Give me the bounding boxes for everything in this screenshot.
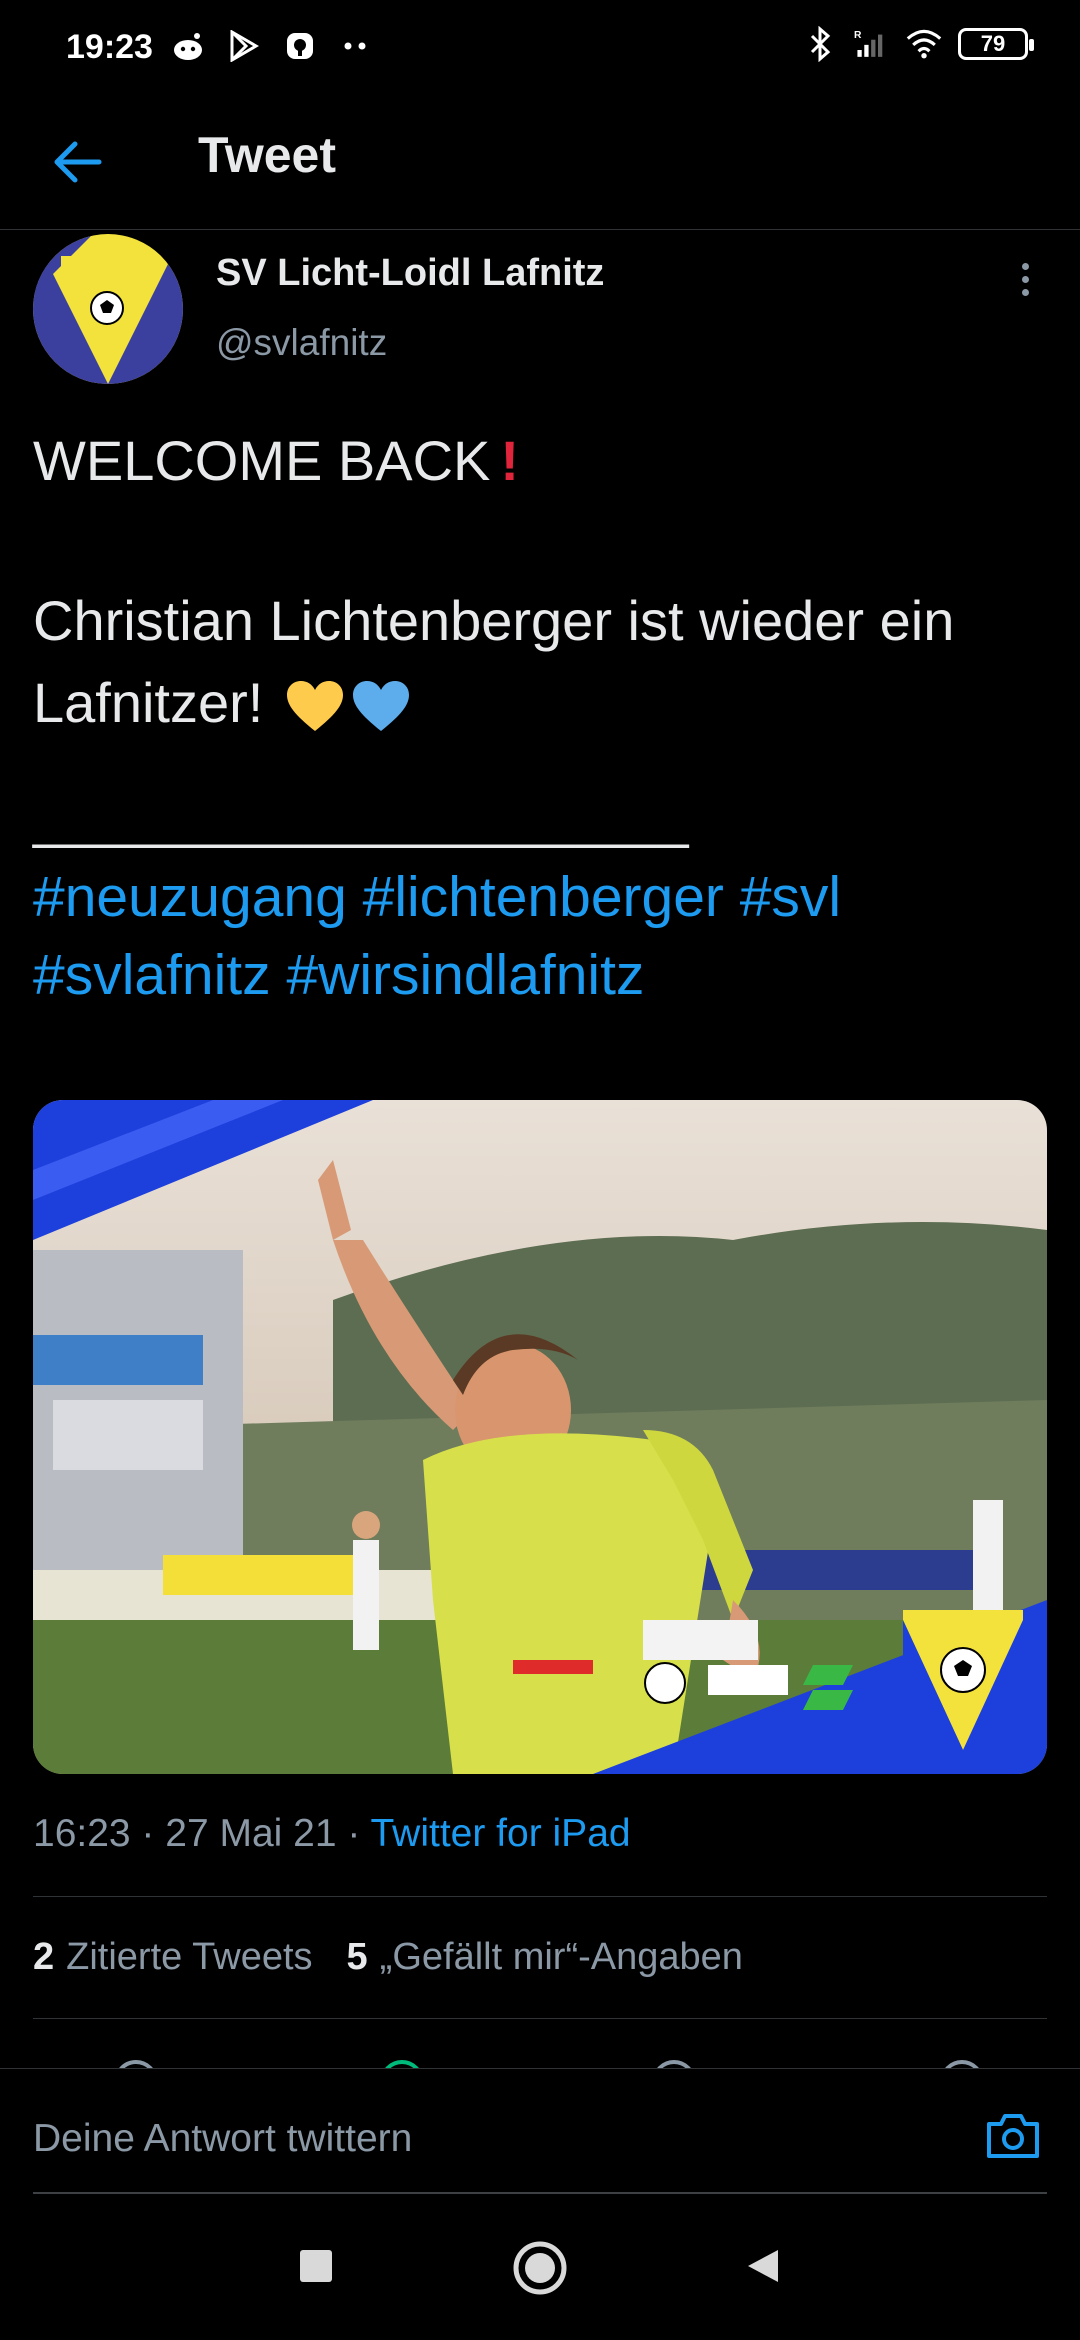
camera-icon (987, 2114, 1039, 2158)
tweet-stats: 2 Zitierte Tweets 5 „Gefällt mir“-Angaben (33, 1936, 743, 1979)
page-title: Tweet (198, 127, 336, 183)
author-name[interactable]: SV Licht-Loidl Lafnitz (216, 252, 604, 295)
yellow-heart-icon (286, 681, 343, 732)
blue-heart-icon (352, 681, 409, 732)
hashtag-link[interactable]: #svlafnitz (33, 943, 271, 1007)
camera-button[interactable] (984, 2109, 1042, 2163)
status-bar: 19:23 R 79 (0, 0, 1080, 96)
divider (33, 2018, 1047, 2019)
tweet-timestamp: 16:23 · 27 Mai 21 · Twitter for iPad (33, 1812, 631, 1856)
hashtag-link[interactable]: #lichtenberger (363, 865, 724, 929)
triangle-back-icon (748, 2250, 778, 2282)
action-bar (0, 2048, 1080, 2070)
reddit-icon (170, 28, 206, 64)
quote-tweets-stat[interactable]: 2 Zitierte Tweets (33, 1936, 313, 1979)
square-icon (300, 2250, 332, 2282)
author-handle[interactable]: @svlafnitz (216, 322, 387, 364)
divider-line: ________________________ (33, 786, 688, 849)
recents-button[interactable] (296, 2246, 336, 2286)
circle-icon (513, 2241, 567, 2295)
home-button[interactable] (512, 2240, 568, 2296)
tweet-line-2: Christian Lichtenberger ist wieder ein (33, 589, 955, 652)
play-store-icon (226, 28, 262, 64)
reply-underline (33, 2192, 1047, 2194)
more-vertical-icon (1021, 262, 1029, 270)
reply-composer: Deine Antwort twittern (0, 2068, 1080, 2194)
tweet-text: WELCOME BACK! Christian Lichtenberger is… (33, 420, 1053, 1014)
exclamation-emoji-icon: ! (500, 429, 520, 492)
tweet-line-1: WELCOME BACK (33, 429, 491, 492)
system-nav-bar (0, 2210, 1080, 2340)
bluetooth-icon (802, 26, 838, 62)
arrow-left-icon (54, 141, 102, 183)
svg-text:R: R (854, 30, 862, 41)
notification-icon (282, 28, 318, 64)
divider (33, 1896, 1047, 1897)
reply-input[interactable]: Deine Antwort twittern (33, 2117, 412, 2161)
hashtag-link[interactable]: #wirsindlafnitz (286, 943, 644, 1007)
source-link[interactable]: Twitter for iPad (370, 1812, 630, 1855)
back-arrow-button[interactable] (46, 130, 110, 194)
likes-stat[interactable]: 5 „Gefällt mir“-Angaben (347, 1936, 743, 1979)
wifi-icon (906, 26, 942, 62)
more-options-button[interactable] (1004, 258, 1046, 300)
tweet-line-3: Lafnitzer! (33, 671, 264, 734)
app-header: Tweet (0, 96, 1080, 230)
battery-indicator: 79 (958, 28, 1034, 60)
avatar[interactable] (33, 234, 183, 384)
hashtags: #neuzugang #lichtenberger #svl #svlafnit… (33, 858, 1053, 1014)
signal-icon: R (854, 26, 890, 62)
tweet-media-image[interactable] (33, 1100, 1047, 1774)
more-dots-icon (338, 28, 374, 64)
nav-back-button[interactable] (742, 2246, 782, 2286)
hashtag-link[interactable]: #svl (740, 865, 841, 929)
hashtag-link[interactable]: #neuzugang (33, 865, 347, 929)
status-time: 19:23 (66, 28, 153, 66)
timestamp-text: 16:23 · 27 Mai 21 · (33, 1812, 371, 1855)
